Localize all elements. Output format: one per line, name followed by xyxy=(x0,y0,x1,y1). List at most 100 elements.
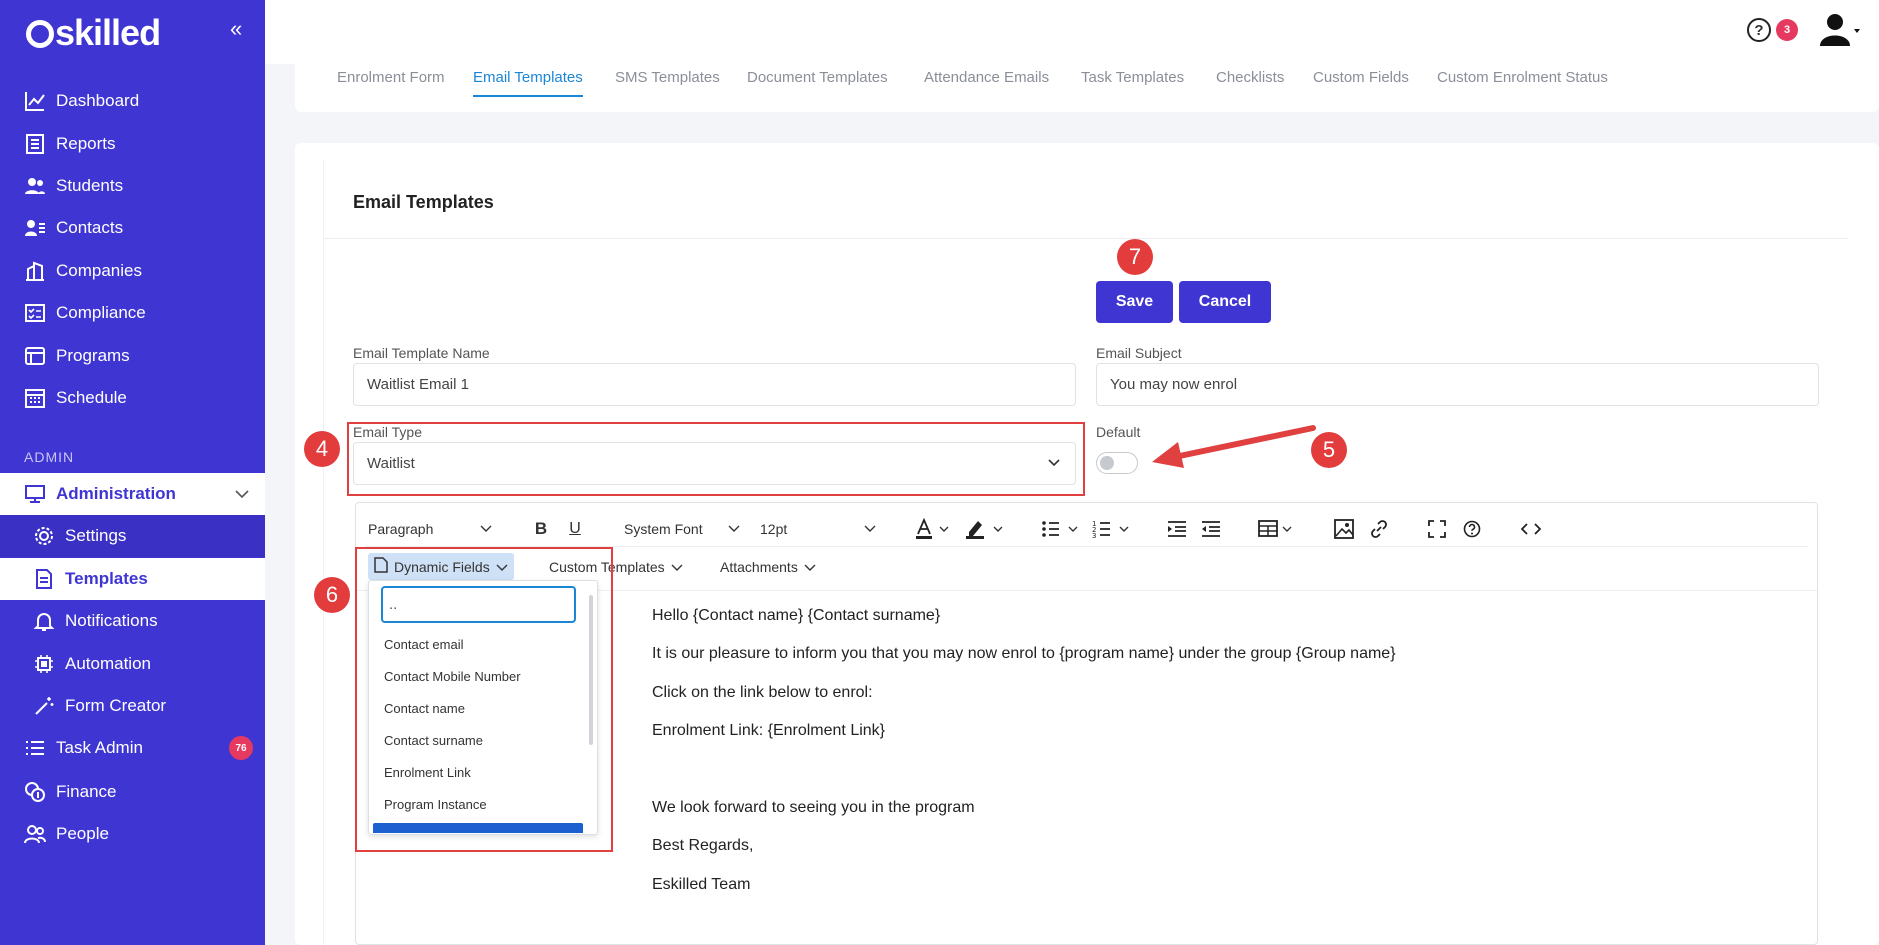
sidebar-item-compliance[interactable]: Compliance xyxy=(0,292,265,334)
sidebar-item-label: Administration xyxy=(56,484,176,503)
content-line: Eskilled Team xyxy=(652,876,751,893)
tab-email-templates[interactable]: Email Templates xyxy=(473,69,583,97)
chevron-down-icon xyxy=(728,521,740,537)
bullet-list-icon[interactable] xyxy=(1040,517,1082,541)
underline-icon[interactable]: U xyxy=(565,517,585,541)
sidebar-item-label: Form Creator xyxy=(65,696,167,715)
annotation-box-dynamic-fields xyxy=(355,547,613,852)
sidebar-item-task-admin[interactable]: Task Admin 76 xyxy=(0,727,265,769)
chip-icon xyxy=(33,653,55,675)
source-code-icon[interactable] xyxy=(1520,517,1542,541)
tab-sms-templates[interactable]: SMS Templates xyxy=(615,69,720,86)
table-icon[interactable] xyxy=(1258,517,1296,541)
content-line: Hello {Contact name} {Contact surname} xyxy=(652,607,941,624)
highlight-color-icon[interactable] xyxy=(964,517,1008,541)
tab-checklists[interactable]: Checklists xyxy=(1216,69,1284,86)
numbered-list-icon[interactable]: 123 xyxy=(1091,517,1133,541)
page-title: Email Templates xyxy=(353,192,494,212)
content-line: Enrolment Link: {Enrolment Link} xyxy=(652,722,886,739)
chevron-down-icon xyxy=(480,521,492,537)
content-line: We look forward to seeing you in the pro… xyxy=(652,799,975,816)
section-label-admin: ADMIN xyxy=(24,449,75,465)
template-name-input[interactable]: Waitlist Email 1 xyxy=(353,363,1076,406)
sidebar-item-notifications[interactable]: Notifications xyxy=(0,600,265,642)
sidebar-item-contacts[interactable]: Contacts xyxy=(0,207,265,249)
sidebar-item-templates[interactable]: Templates xyxy=(0,558,265,600)
sidebar-item-dashboard[interactable]: Dashboard xyxy=(0,80,265,122)
tab-task-templates[interactable]: Task Templates xyxy=(1081,69,1184,86)
sidebar-item-finance[interactable]: Finance xyxy=(0,771,265,813)
image-icon[interactable] xyxy=(1333,517,1355,541)
report-icon xyxy=(24,133,46,155)
sidebar-item-label: Notifications xyxy=(65,611,158,630)
chart-line-icon xyxy=(24,90,46,112)
monitor-icon xyxy=(24,483,46,505)
text-color-icon[interactable] xyxy=(914,517,954,541)
document-icon xyxy=(33,568,55,590)
sidebar-item-label: Students xyxy=(56,176,124,195)
top-bar xyxy=(265,0,1879,64)
tab-enrolment-form[interactable]: Enrolment Form xyxy=(337,69,445,86)
user-avatar-icon[interactable] xyxy=(1818,12,1860,48)
sidebar: skilled « Dashboard Reports Students Con… xyxy=(0,0,265,945)
help-icon[interactable]: ? xyxy=(1747,18,1771,42)
toggle-knob xyxy=(1100,456,1114,470)
font-size-select[interactable]: 12pt xyxy=(760,517,878,541)
default-toggle[interactable] xyxy=(1096,452,1138,474)
tab-custom-fields[interactable]: Custom Fields xyxy=(1313,69,1409,86)
sidebar-item-reports[interactable]: Reports xyxy=(0,123,265,165)
sidebar-item-schedule[interactable]: Schedule xyxy=(0,377,265,419)
save-button[interactable]: Save xyxy=(1096,281,1173,323)
font-family-select[interactable]: System Font xyxy=(624,517,742,541)
bold-icon[interactable]: B xyxy=(531,517,551,541)
content-line: It is our pleasure to inform you that yo… xyxy=(652,645,1396,662)
tab-attendance-emails[interactable]: Attendance Emails xyxy=(924,69,1049,86)
notification-badge[interactable]: 3 xyxy=(1776,19,1798,41)
building-icon xyxy=(24,260,46,282)
template-name-label: Email Template Name xyxy=(353,345,490,361)
annotation-number: 6 xyxy=(314,577,350,613)
outdent-icon[interactable] xyxy=(1200,517,1222,541)
coins-icon xyxy=(24,781,46,803)
block-format-select[interactable]: Paragraph xyxy=(368,517,494,541)
help-circle-icon[interactable] xyxy=(1461,517,1483,541)
font-size-value: 12pt xyxy=(760,521,788,537)
sidebar-item-label: Compliance xyxy=(56,303,146,322)
sidebar-item-students[interactable]: Students xyxy=(0,165,265,207)
sidebar-item-form-creator[interactable]: Form Creator xyxy=(0,685,265,727)
cancel-button[interactable]: Cancel xyxy=(1179,281,1271,323)
annotation-arrow-icon xyxy=(1152,425,1316,468)
template-name-value: Waitlist Email 1 xyxy=(367,376,469,393)
indent-icon[interactable] xyxy=(1166,517,1188,541)
users-icon xyxy=(24,175,46,197)
email-subject-input[interactable]: You may now enrol xyxy=(1096,363,1819,406)
sidebar-item-programs[interactable]: Programs xyxy=(0,335,265,377)
window-stack-icon xyxy=(24,345,46,367)
tab-custom-enrolment-status[interactable]: Custom Enrolment Status xyxy=(1437,69,1608,86)
attachments-menu[interactable]: Attachments xyxy=(714,553,822,580)
tab-document-templates[interactable]: Document Templates xyxy=(747,69,888,86)
sidebar-item-settings[interactable]: Settings xyxy=(0,515,265,557)
sidebar-item-label: Reports xyxy=(56,134,116,153)
block-format-value: Paragraph xyxy=(368,521,434,537)
font-family-value: System Font xyxy=(624,521,703,537)
task-count-badge: 76 xyxy=(229,736,253,760)
gear-icon xyxy=(33,525,55,547)
sidebar-item-automation[interactable]: Automation xyxy=(0,643,265,685)
checklist-icon xyxy=(24,302,46,324)
link-icon[interactable] xyxy=(1368,517,1390,541)
people-icon xyxy=(24,823,46,845)
sidebar-item-label: Programs xyxy=(56,346,130,365)
content-line: Click on the link below to enrol: xyxy=(652,684,873,701)
sidebar-item-administration[interactable]: Administration xyxy=(0,473,265,515)
sidebar-item-label: Schedule xyxy=(56,388,127,407)
attachments-label: Attachments xyxy=(720,558,798,575)
svg-text:3: 3 xyxy=(1092,532,1096,540)
sidebar-item-people[interactable]: People xyxy=(0,813,265,855)
calendar-icon xyxy=(24,387,46,409)
sidebar-item-companies[interactable]: Companies xyxy=(0,250,265,292)
collapse-sidebar-icon[interactable]: « xyxy=(230,16,242,42)
email-subject-value: You may now enrol xyxy=(1110,376,1238,393)
fullscreen-icon[interactable] xyxy=(1426,517,1448,541)
eskilled-logo[interactable]: skilled xyxy=(26,12,161,54)
